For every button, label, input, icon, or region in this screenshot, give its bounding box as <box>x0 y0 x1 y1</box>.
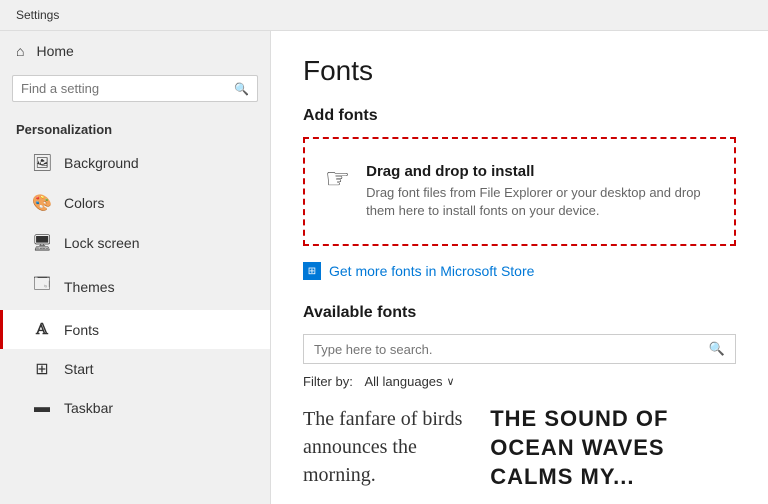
sidebar-item-lockscreen[interactable]: 🖥 Lock screen <box>0 223 270 263</box>
sidebar-item-taskbar-label: Taskbar <box>64 400 113 416</box>
themes-icon: 🗔 <box>32 273 52 300</box>
font-search-icon: 🔍 <box>709 341 725 357</box>
colors-icon: 🎨 <box>32 193 52 213</box>
fonts-icon: 𝔸 <box>32 320 52 339</box>
title-bar: Settings <box>0 0 768 31</box>
add-fonts-title: Add fonts <box>303 107 736 125</box>
home-icon: ⌂ <box>16 43 24 59</box>
lockscreen-icon: 🖥 <box>32 233 52 253</box>
right-panel: Fonts Add fonts ☞ Drag and drop to insta… <box>270 31 768 504</box>
title-bar-label: Settings <box>16 8 59 22</box>
filter-chevron-icon[interactable]: ∨ <box>447 375 455 388</box>
font-search-box: 🔍 <box>303 334 736 364</box>
sidebar-section-label: Personalization <box>0 114 270 143</box>
taskbar-icon: ▬ <box>32 399 52 417</box>
main-content: ⌂ Home 🔍 Personalization 🖼 Background 🎨 … <box>0 31 768 504</box>
sidebar-search-input[interactable] <box>21 81 234 96</box>
font-samples: The fanfare of birds announces the morni… <box>303 405 736 491</box>
font-search-input[interactable] <box>314 342 709 357</box>
sidebar-search-icon: 🔍 <box>234 82 249 96</box>
sidebar-item-lockscreen-label: Lock screen <box>64 235 139 251</box>
sidebar-item-background-label: Background <box>64 155 139 171</box>
filter-row: Filter by: All languages ∨ <box>303 374 736 389</box>
drag-drop-icon: ☞ <box>325 165 350 193</box>
font-sample-sans: THE SOUND OF OCEAN WAVES CALMS MY... <box>490 405 736 491</box>
sidebar-search-box: 🔍 <box>12 75 258 102</box>
sidebar-item-themes[interactable]: 🗔 Themes <box>0 263 270 310</box>
background-icon: 🖼 <box>32 153 52 173</box>
filter-value[interactable]: All languages <box>364 374 442 389</box>
sidebar-item-start-label: Start <box>64 361 94 377</box>
sidebar-item-home[interactable]: ⌂ Home <box>0 31 270 71</box>
sidebar-item-start[interactable]: ⊞ Start <box>0 349 270 389</box>
drop-text-container: Drag and drop to install Drag font files… <box>366 163 714 220</box>
sidebar-home-label: Home <box>36 43 73 59</box>
store-icon: ⊞ <box>303 262 321 280</box>
drop-sub-text: Drag font files from File Explorer or yo… <box>366 184 714 220</box>
sidebar: ⌂ Home 🔍 Personalization 🖼 Background 🎨 … <box>0 31 270 504</box>
sidebar-item-colors[interactable]: 🎨 Colors <box>0 183 270 223</box>
drop-zone[interactable]: ☞ Drag and drop to install Drag font fil… <box>303 137 736 246</box>
font-sample-serif: The fanfare of birds announces the morni… <box>303 405 474 491</box>
store-link[interactable]: ⊞ Get more fonts in Microsoft Store <box>303 262 736 280</box>
sidebar-item-themes-label: Themes <box>64 279 115 295</box>
start-icon: ⊞ <box>32 359 52 379</box>
sidebar-item-taskbar[interactable]: ▬ Taskbar <box>0 389 270 427</box>
drop-main-text: Drag and drop to install <box>366 163 714 180</box>
filter-label: Filter by: <box>303 374 353 389</box>
sidebar-item-colors-label: Colors <box>64 195 104 211</box>
page-title: Fonts <box>303 55 736 87</box>
sidebar-item-fonts[interactable]: 𝔸 Fonts <box>0 310 270 349</box>
store-link-label: Get more fonts in Microsoft Store <box>329 263 534 279</box>
sidebar-item-fonts-label: Fonts <box>64 322 99 338</box>
sidebar-item-background[interactable]: 🖼 Background <box>0 143 270 183</box>
available-fonts-title: Available fonts <box>303 304 736 322</box>
